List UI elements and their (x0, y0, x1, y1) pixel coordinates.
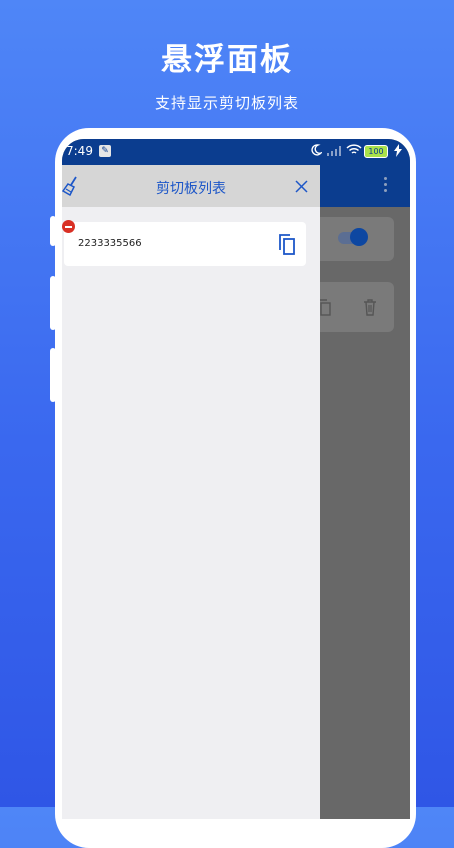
floating-clipboard-panel: 剪切板列表 2233335566 (62, 165, 320, 819)
phone-side-button (50, 348, 56, 402)
promo-title: 悬浮面板 (161, 42, 293, 78)
phone-side-button (410, 296, 416, 386)
wrench-icon: ✎ (99, 145, 111, 157)
more-menu-icon[interactable] (384, 177, 388, 195)
promo-subtitle: 支持显示剪切板列表 (154, 94, 299, 112)
clipboard-item-text: 2233335566 (78, 238, 142, 249)
close-icon[interactable] (295, 180, 308, 193)
phone-side-button (50, 216, 56, 246)
status-bar: 7:49 ✎ 100 (62, 139, 410, 165)
phone-screen: 7:49 ✎ 100 剪切板列表 2233335566 (62, 139, 410, 819)
moon-icon (311, 144, 322, 156)
charging-icon (394, 144, 402, 157)
status-icons: 100 (292, 143, 402, 159)
phone-side-button (50, 276, 56, 330)
signal-icon (327, 146, 341, 156)
clipboard-item[interactable]: 2233335566 (62, 220, 306, 266)
panel-title: 剪切板列表 (156, 181, 226, 197)
remove-item-icon[interactable] (62, 220, 75, 233)
wifi-icon (346, 144, 362, 154)
panel-header: 剪切板列表 (62, 165, 320, 207)
copy-icon[interactable] (278, 234, 296, 256)
status-time: 7:49 (66, 144, 93, 158)
trash-icon (364, 299, 376, 316)
background-toggle (350, 228, 368, 246)
battery-icon: 100 (364, 145, 388, 158)
